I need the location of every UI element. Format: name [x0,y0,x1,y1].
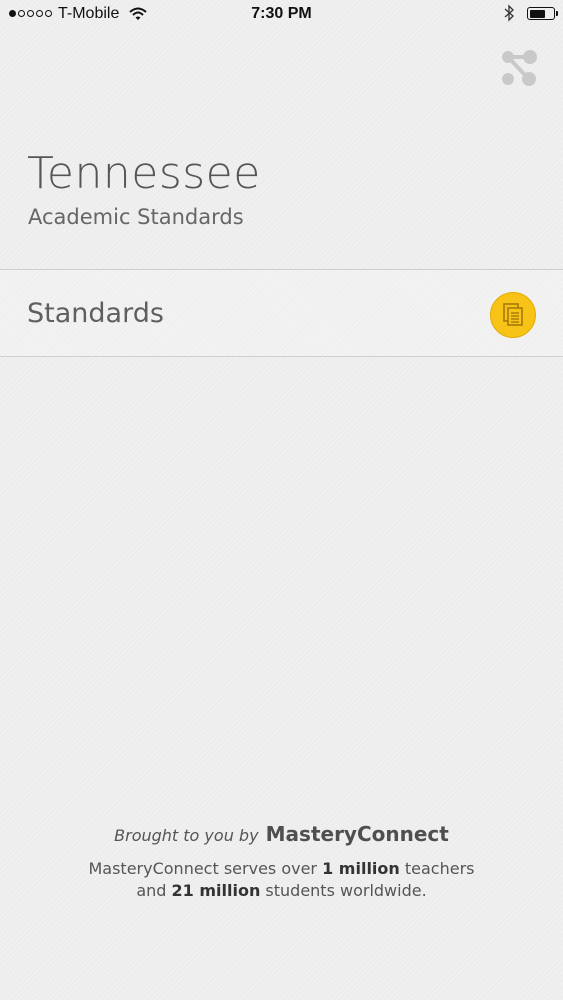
battery-icon [527,7,558,20]
bluetooth-icon [504,4,514,22]
stats-line-2: and 21 million students worldwide. [0,880,563,902]
status-time: 7:30 PM [251,5,312,22]
brought-prefix: Brought to you by [114,826,259,845]
standards-list-item[interactable]: Standards [0,269,563,357]
stats-text-part: MasteryConnect serves over [88,859,323,878]
student-count: 21 million [171,881,261,900]
page-title: Tennessee [27,148,261,199]
brand-link[interactable]: MasteryConnect [266,822,449,846]
stats-text-part: students worldwide. [260,881,427,900]
battery-level [529,9,545,18]
stats-text: MasteryConnect serves over 1 million tea… [0,858,563,902]
stats-line-1: MasteryConnect serves over 1 million tea… [0,858,563,880]
brought-to-you-by: Brought to you by MasteryConnect [0,822,563,846]
copy-documents-glyph [503,303,523,326]
stats-text-part: and [136,881,172,900]
stats-text-part: teachers [399,859,475,878]
status-bar: T-Mobile 7:30 PM [0,0,563,30]
footer: Brought to you by MasteryConnect Mastery… [0,822,563,902]
teacher-count: 1 million [322,859,400,878]
copy-documents-icon[interactable] [490,292,536,338]
share-icon[interactable] [499,48,539,88]
page-subtitle: Academic Standards [28,205,244,229]
standards-label: Standards [27,298,164,329]
